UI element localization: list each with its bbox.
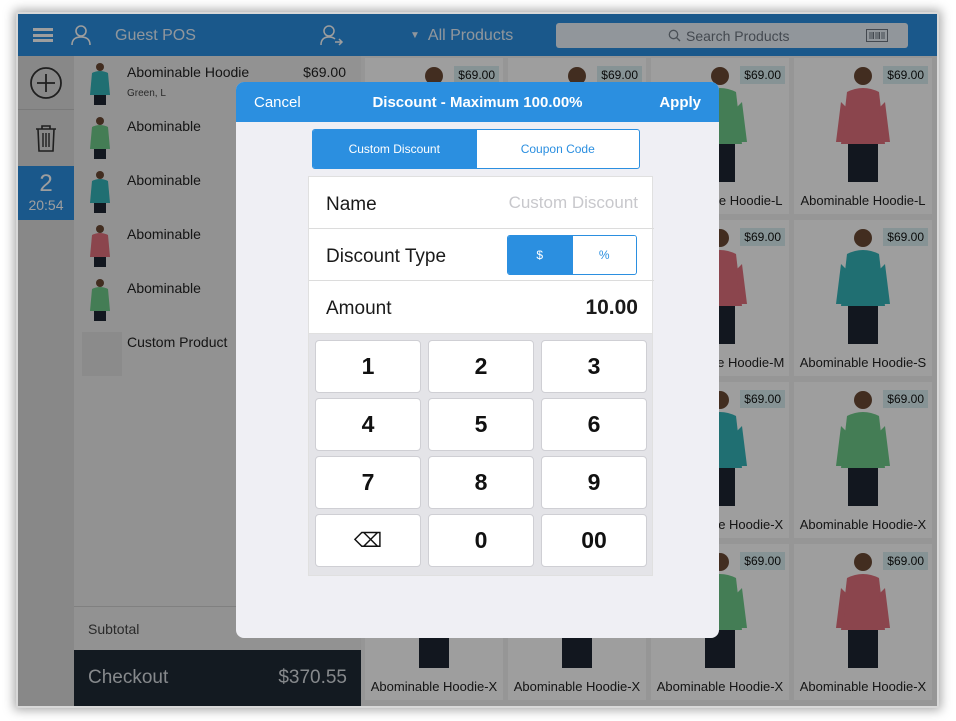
modal-header: Discount - Maximum 100.00% Cancel Apply xyxy=(236,82,719,122)
cancel-button[interactable]: Cancel xyxy=(254,94,301,111)
discount-type-label: Discount Type xyxy=(326,246,447,267)
amount-label: Amount xyxy=(326,298,392,319)
amount-row: Amount 10.00 xyxy=(309,281,654,333)
discount-mode-tabs: Custom Discount Coupon Code xyxy=(312,129,640,169)
name-row: Name xyxy=(309,177,654,229)
keypad-key[interactable]: 2 xyxy=(428,340,534,393)
keypad-key[interactable]: 7 xyxy=(315,456,421,509)
keypad-key[interactable]: 6 xyxy=(541,398,647,451)
keypad-key[interactable]: 3 xyxy=(541,340,647,393)
keypad-key[interactable]: 0 xyxy=(428,514,534,567)
tab-custom-discount[interactable]: Custom Discount xyxy=(313,130,476,168)
keypad-key[interactable]: 1 xyxy=(315,340,421,393)
numeric-keypad: 1 2 3 4 5 6 7 8 9 ⌫ 0 00 xyxy=(308,334,653,576)
keypad-key[interactable]: 5 xyxy=(428,398,534,451)
keypad-key[interactable]: 00 xyxy=(541,514,647,567)
amount-value[interactable]: 10.00 xyxy=(585,296,638,320)
discount-name-input[interactable] xyxy=(438,191,638,215)
discount-type-row: Discount Type $ % xyxy=(309,229,654,281)
keypad-key[interactable]: 9 xyxy=(541,456,647,509)
discount-form: Name Discount Type $ % Amount 10.00 xyxy=(308,176,654,334)
keypad-key[interactable]: 4 xyxy=(315,398,421,451)
apply-button[interactable]: Apply xyxy=(659,94,701,111)
backspace-key[interactable]: ⌫ xyxy=(315,514,421,567)
discount-type-percent[interactable]: % xyxy=(571,236,636,274)
keypad-key[interactable]: 8 xyxy=(428,456,534,509)
name-label: Name xyxy=(326,194,377,215)
discount-type-toggle: $ % xyxy=(507,235,637,275)
pos-window: Guest POS ▼ All Products Search Products… xyxy=(18,14,937,706)
modal-title: Discount - Maximum 100.00% xyxy=(372,94,583,111)
discount-modal: Discount - Maximum 100.00% Cancel Apply … xyxy=(236,82,719,638)
discount-type-fixed[interactable]: $ xyxy=(508,236,572,274)
tab-coupon-code[interactable]: Coupon Code xyxy=(475,130,640,168)
